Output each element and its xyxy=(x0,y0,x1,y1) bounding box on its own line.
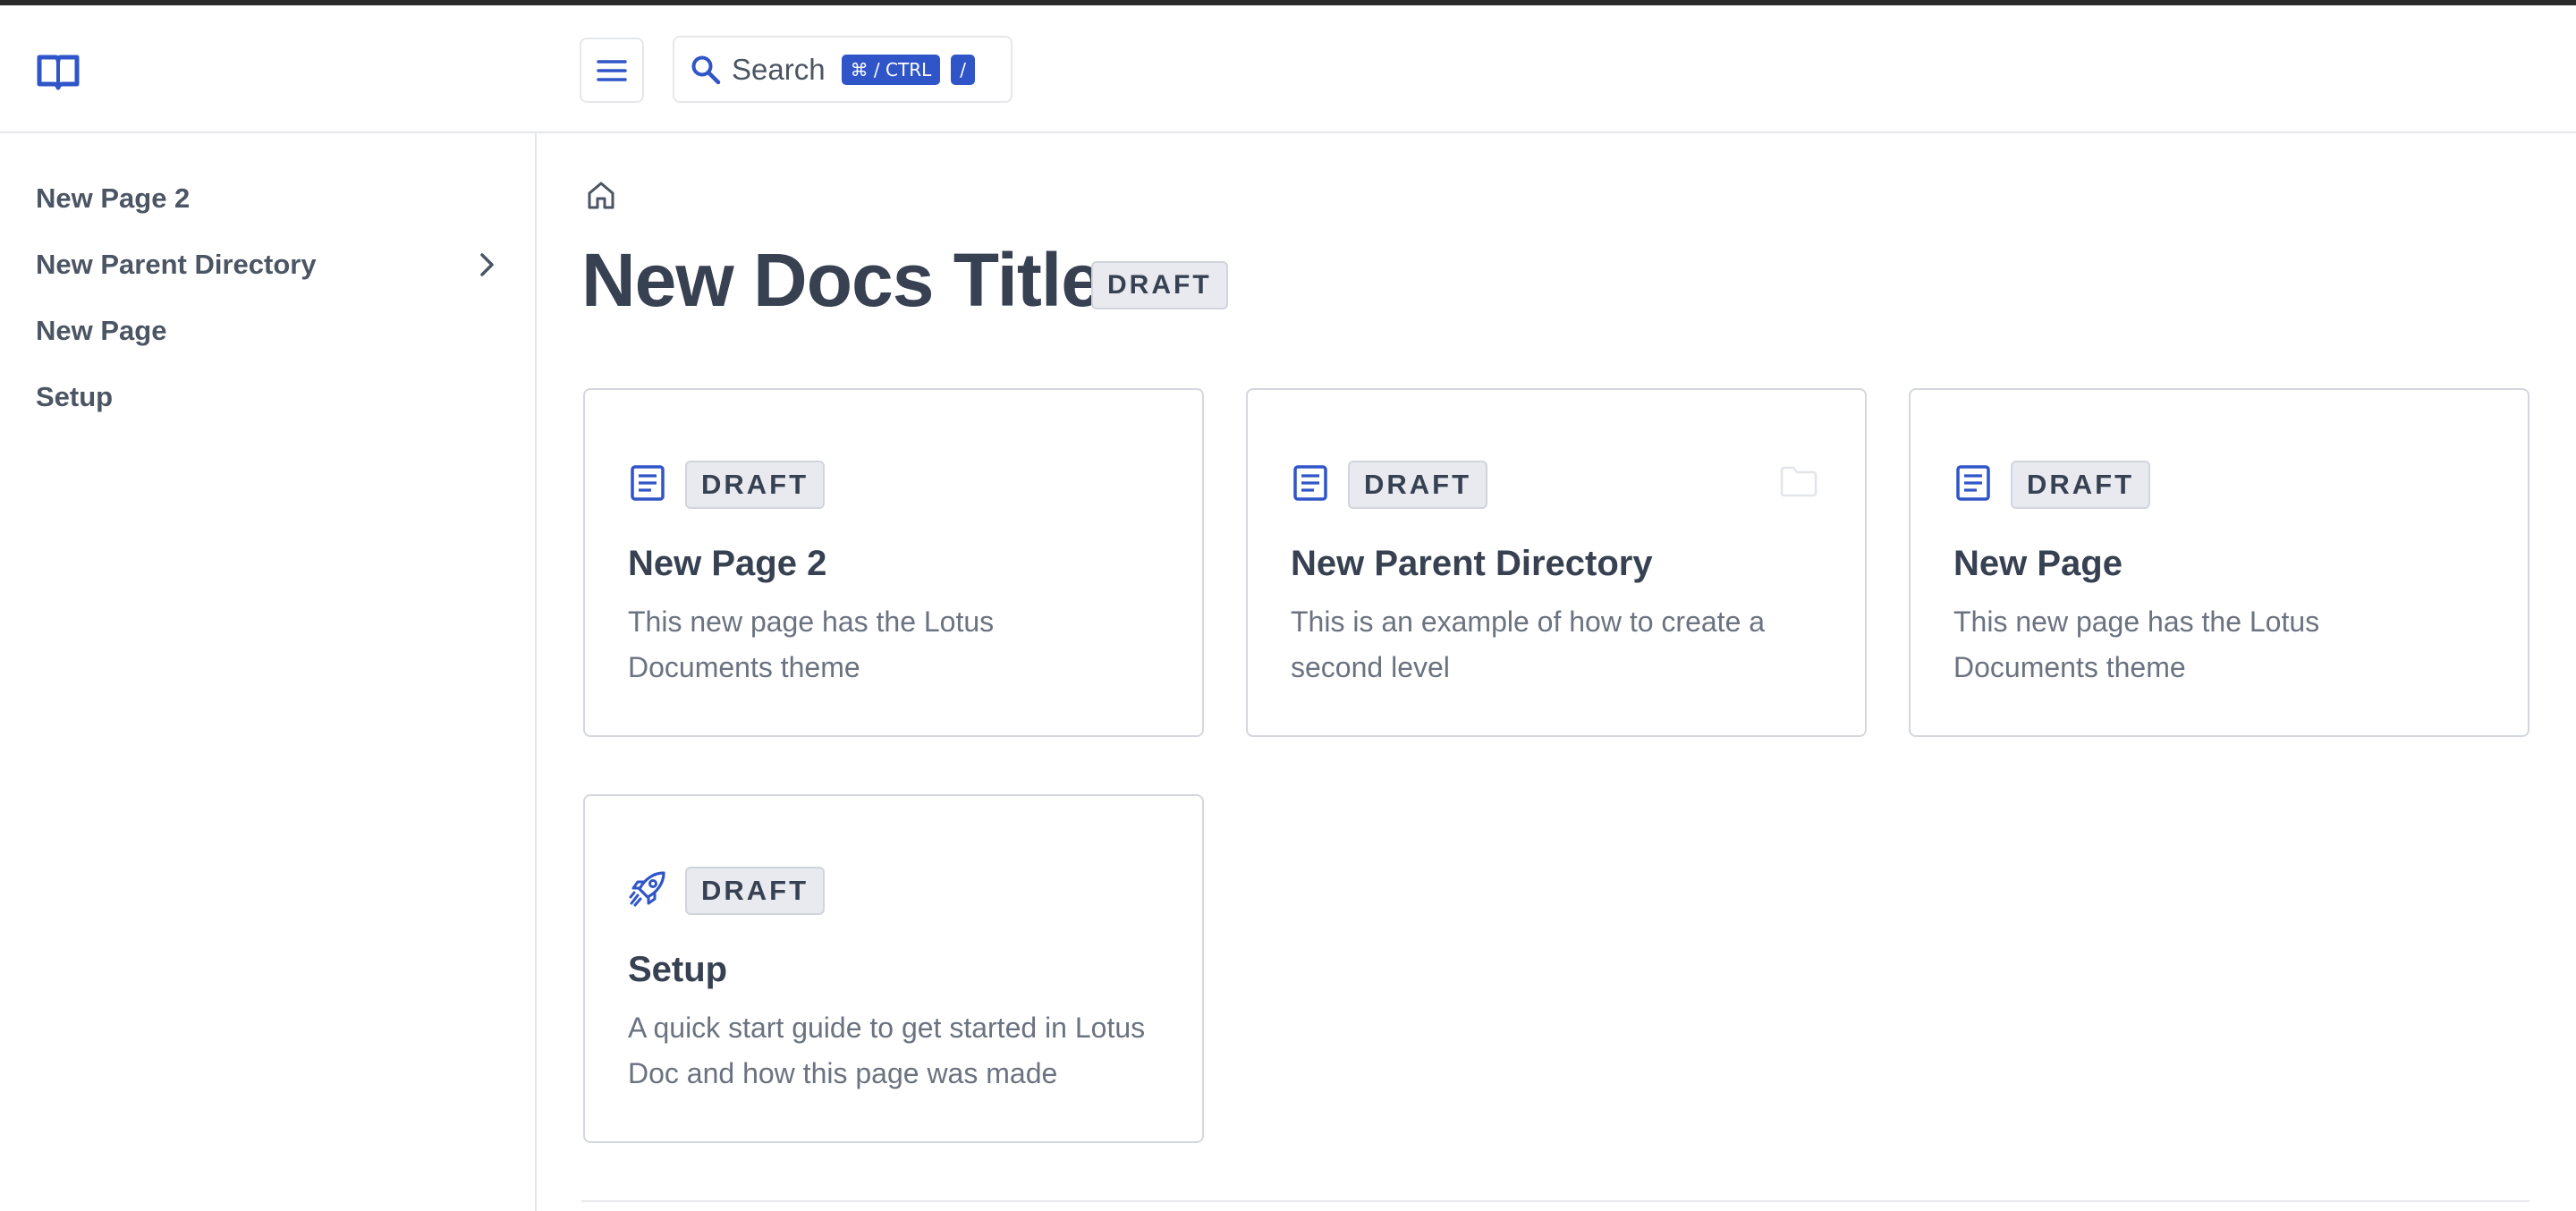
content-divider xyxy=(581,1200,2529,1202)
menu-toggle-button[interactable] xyxy=(580,38,644,103)
card-description: This new page has the Lotus Documents th… xyxy=(628,606,995,683)
sidebar-item-new-page-2[interactable]: New Page 2 xyxy=(36,182,190,215)
document-icon xyxy=(1956,465,1990,501)
card-new-parent-directory[interactable]: DRAFT New Parent Directory This is an ex… xyxy=(1246,388,1867,737)
draft-badge: DRAFT xyxy=(685,867,826,915)
sidebar-item-setup[interactable]: Setup xyxy=(36,381,113,413)
card-description: This is an example of how to create a se… xyxy=(1291,606,1766,683)
sidebar-item-new-page[interactable]: New Page xyxy=(36,315,166,347)
page-title: New Docs Title xyxy=(581,238,1103,322)
card-title: New Page xyxy=(1953,544,2123,583)
hamburger-menu-icon xyxy=(597,59,627,81)
sidebar-item-new-parent-directory[interactable]: New Parent Directory xyxy=(36,249,317,281)
document-icon xyxy=(1293,465,1327,501)
draft-badge: DRAFT xyxy=(685,461,826,509)
card-description: A quick start guide to get started in Lo… xyxy=(628,1012,1146,1089)
search-button[interactable]: Search ⌘ / CTRL / xyxy=(673,36,1013,103)
shortcut-slash-key: / xyxy=(951,54,975,85)
card-new-page-2[interactable]: DRAFT New Page 2 This new page has the L… xyxy=(583,388,1204,737)
card-setup[interactable]: DRAFT Setup A quick start guide to get s… xyxy=(583,794,1204,1143)
book-logo-icon[interactable] xyxy=(36,52,80,93)
title-draft-badge: DRAFT xyxy=(1091,261,1228,309)
card-title: Setup xyxy=(628,950,728,989)
card-description: This new page has the Lotus Documents th… xyxy=(1953,606,2320,683)
card-new-page[interactable]: DRAFT New Page This new page has the Lot… xyxy=(1909,388,2529,737)
home-breadcrumb-icon[interactable] xyxy=(585,179,617,211)
card-title: New Parent Directory xyxy=(1291,544,1653,583)
search-label: Search xyxy=(732,52,826,86)
rocket-icon xyxy=(629,871,665,907)
search-icon xyxy=(691,55,721,84)
sidebar-nav: New Page 2 New Parent Directory New Page… xyxy=(0,133,537,1211)
card-title: New Page 2 xyxy=(628,544,827,583)
folder-icon xyxy=(1780,466,1818,497)
draft-badge: DRAFT xyxy=(1348,461,1488,509)
shortcut-modifier-key: ⌘ / CTRL xyxy=(841,54,941,85)
top-header: Search ⌘ / CTRL / xyxy=(0,5,2576,133)
chevron-right-icon[interactable] xyxy=(474,247,501,283)
document-icon xyxy=(631,465,665,501)
draft-badge: DRAFT xyxy=(2011,461,2151,509)
